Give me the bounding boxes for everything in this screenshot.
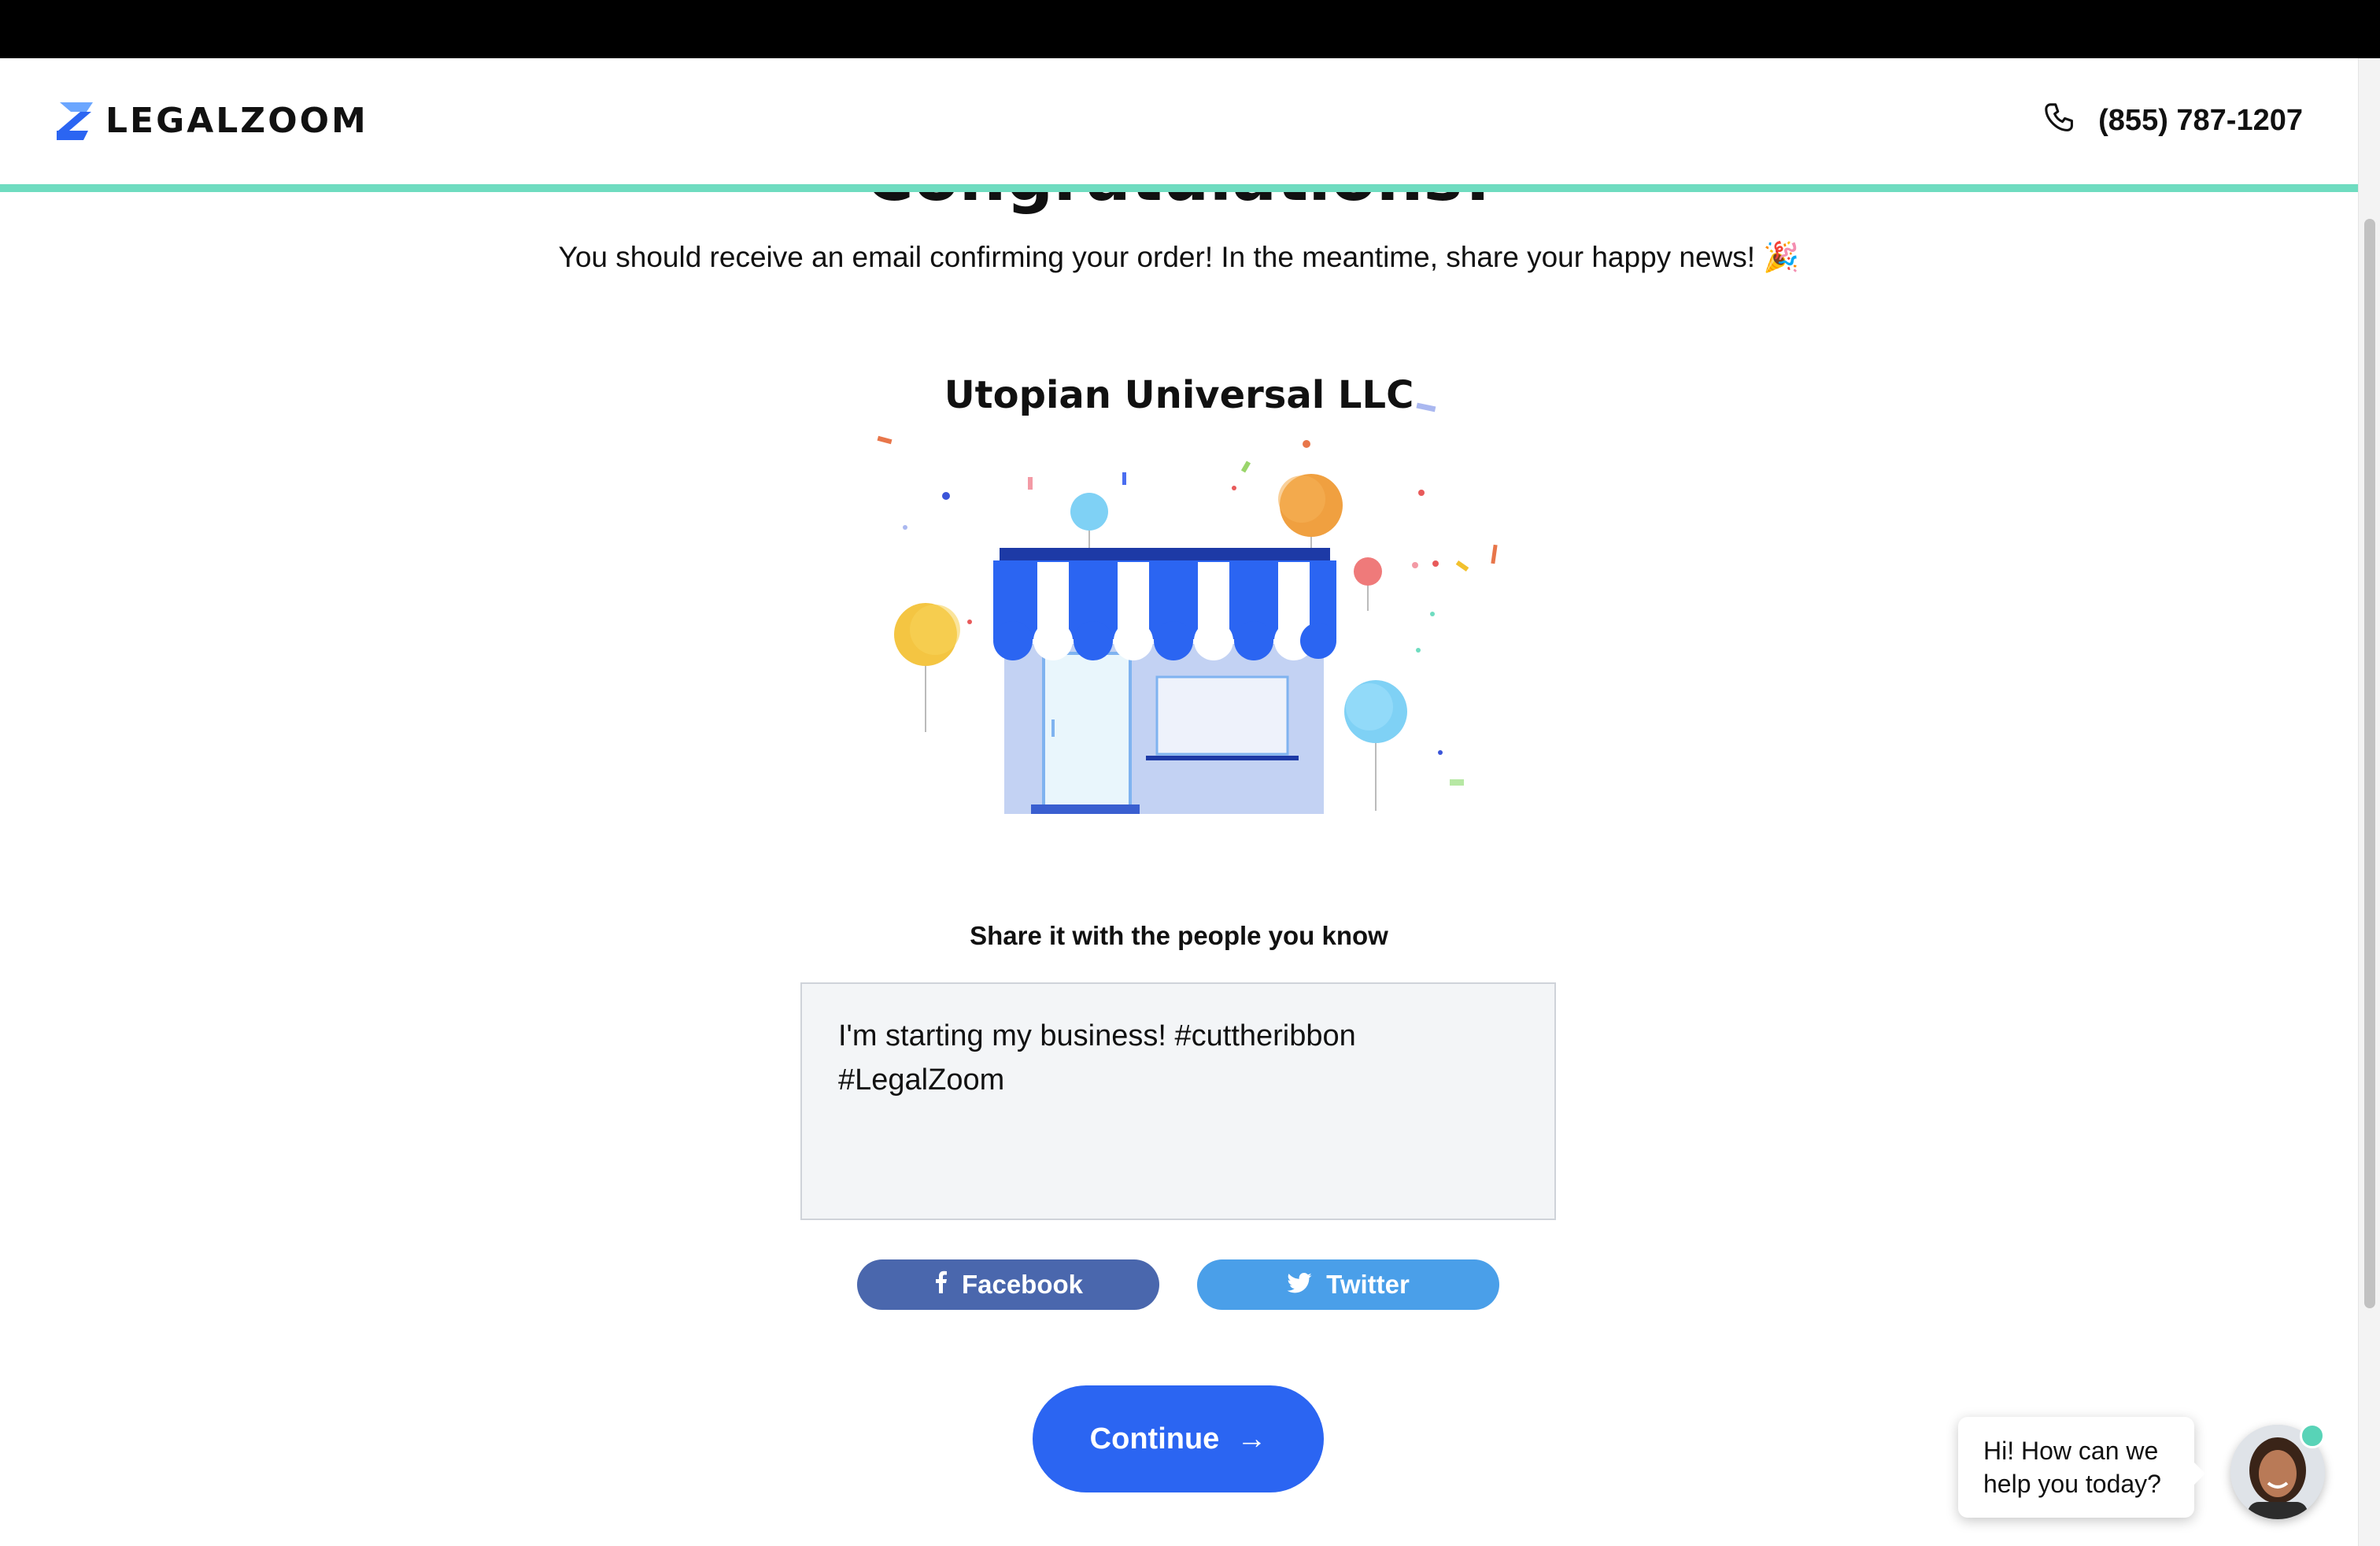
- chat-prompt-bubble[interactable]: Hi! How can we help you today?: [1958, 1417, 2205, 1518]
- facebook-icon: [933, 1270, 962, 1300]
- facebook-share-button[interactable]: Facebook: [857, 1259, 1159, 1310]
- legalzoom-logo-icon: [57, 102, 93, 140]
- twitter-share-button[interactable]: Twitter: [1197, 1259, 1499, 1310]
- continue-label: Continue: [1089, 1422, 1220, 1455]
- phone-icon: [2043, 101, 2079, 141]
- scrollbar-thumb[interactable]: [2364, 219, 2375, 1308]
- twitter-icon: [1287, 1270, 1326, 1300]
- arrow-right-icon: →: [1236, 1422, 1267, 1455]
- chat-prompt-line: help you today?: [1983, 1470, 2161, 1498]
- chat-prompt-line: Hi! How can we: [1983, 1437, 2159, 1465]
- share-message-textarea[interactable]: I'm starting my business! #cuttheribbon …: [800, 982, 1556, 1220]
- online-status-dot: [2300, 1423, 2325, 1448]
- storefront: [993, 548, 1336, 814]
- phone-link[interactable]: (855) 787-1207: [2043, 101, 2303, 141]
- share-message-line: I'm starting my business! #cuttheribbon: [838, 1019, 1356, 1052]
- continue-button[interactable]: Continue →: [1033, 1385, 1324, 1492]
- storefront-illustration: [850, 394, 1511, 819]
- facebook-label: Facebook: [961, 1270, 1084, 1299]
- confirmation-message: You should receive an email confirming y…: [558, 241, 1800, 273]
- header-accent-line: [0, 184, 2358, 192]
- browser-top-bar: [0, 0, 2380, 58]
- share-message-line: #LegalZoom: [838, 1063, 1005, 1097]
- twitter-label: Twitter: [1326, 1270, 1410, 1299]
- share-heading: Share it with the people you know: [970, 921, 1388, 950]
- chat-bubble-tail: [2194, 1463, 2205, 1485]
- site-header: LEGALZOOM (855) 787-1207: [0, 58, 2358, 184]
- logo-text: LEGALZOOM: [105, 101, 368, 141]
- phone-number: (855) 787-1207: [2098, 104, 2303, 137]
- legalzoom-logo[interactable]: LEGALZOOM: [57, 101, 368, 141]
